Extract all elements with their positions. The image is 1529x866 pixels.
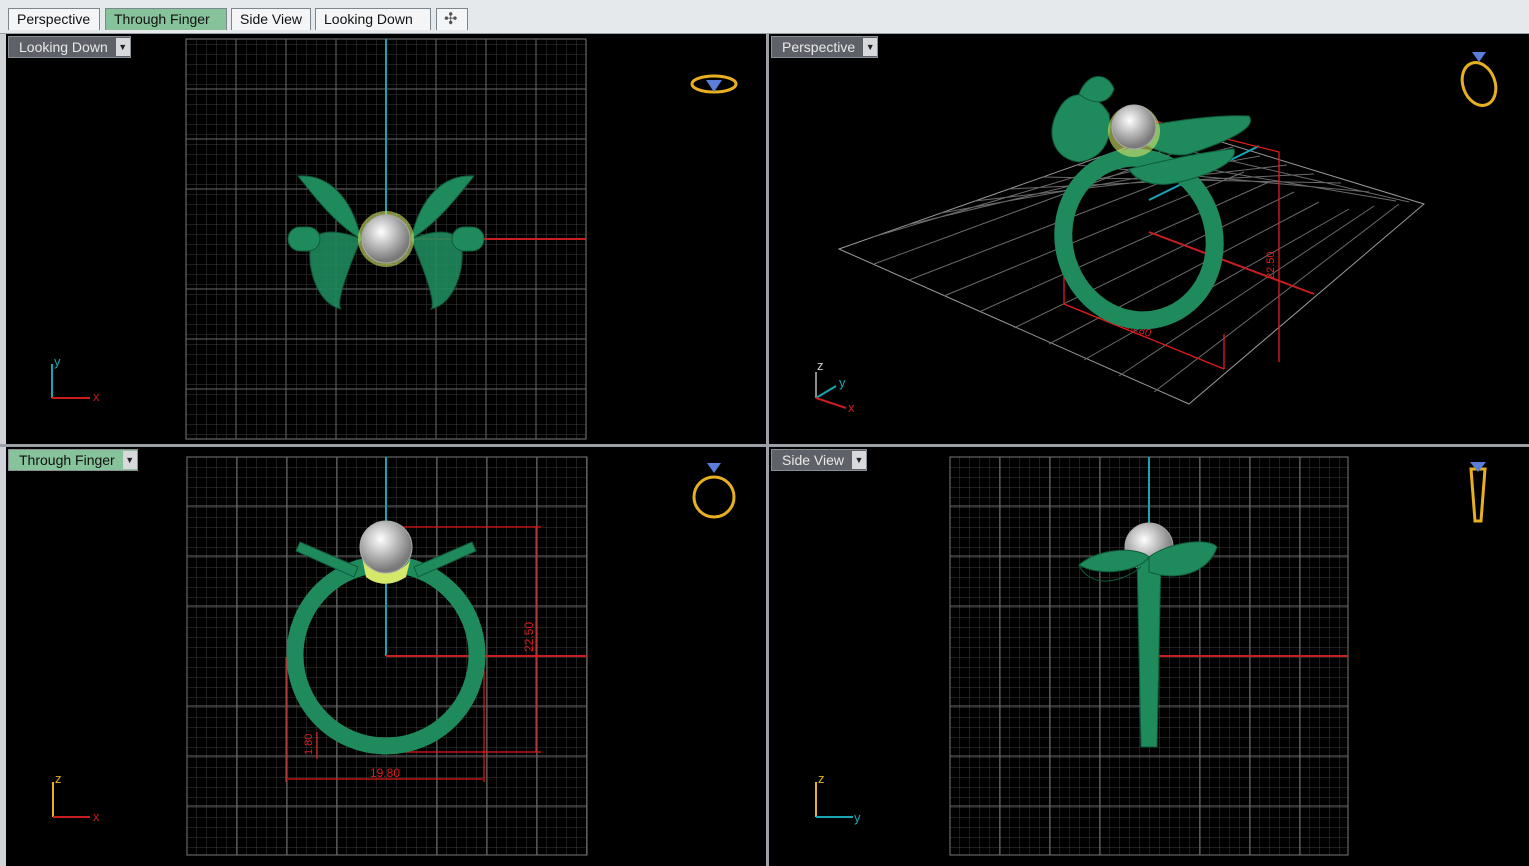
svg-text:z: z <box>818 771 825 786</box>
tab-perspective[interactable]: Perspective <box>8 8 100 30</box>
viewport-perspective[interactable]: 22.50 19.80 z y x Perspective ▼ <box>769 34 1529 444</box>
svg-text:y: y <box>839 375 846 390</box>
svg-text:x: x <box>93 809 100 824</box>
chevron-down-icon[interactable]: ▼ <box>122 451 137 469</box>
viewport-title: Looking Down <box>19 39 108 55</box>
tab-looking-down[interactable]: Looking Down <box>315 8 431 30</box>
dimension-height: 22.50 <box>522 622 536 652</box>
viewport-label-side-view[interactable]: Side View ▼ <box>771 449 868 471</box>
svg-text:x: x <box>93 389 100 404</box>
viewport-tab-bar: Perspective Through Finger Side View Loo… <box>0 0 1529 34</box>
svg-text:y: y <box>54 354 61 369</box>
ring-nav-icon[interactable] <box>1456 52 1501 110</box>
viewport-title: Side View <box>782 452 845 468</box>
dimension-height: 22.50 <box>1265 251 1277 279</box>
ring-nav-icon[interactable] <box>692 463 736 519</box>
plus-icon[interactable]: ✣ <box>436 8 468 30</box>
ring-nav-icon[interactable] <box>690 74 738 94</box>
dimension-width: 19.80 <box>370 766 400 780</box>
viewport-splitter-horizontal[interactable] <box>0 444 1529 447</box>
looking-down-canvas: y x <box>51 38 738 440</box>
chevron-down-icon[interactable]: ▼ <box>115 38 130 56</box>
ring-nav-icon[interactable] <box>1469 462 1487 523</box>
viewport-title: Perspective <box>782 39 856 55</box>
viewport-side-view[interactable]: z y Side View ▼ <box>769 447 1529 866</box>
svg-text:z: z <box>817 358 824 373</box>
perspective-canvas: 22.50 19.80 z y x <box>815 52 1501 415</box>
axis-triad: y x <box>51 354 100 404</box>
svg-text:y: y <box>854 810 861 825</box>
axis-triad: z y x <box>815 358 855 415</box>
tab-through-finger[interactable]: Through Finger <box>105 8 227 30</box>
viewport-label-looking-down[interactable]: Looking Down ▼ <box>8 36 131 58</box>
viewport-label-through-finger[interactable]: Through Finger ▼ <box>8 449 138 471</box>
axis-triad: z x <box>52 771 100 824</box>
side-view-canvas: z y <box>815 456 1487 856</box>
dimension-thickness: 1.80 <box>303 734 315 755</box>
ring-model <box>1051 76 1252 330</box>
chevron-down-icon[interactable]: ▼ <box>863 38 878 56</box>
viewport-label-perspective[interactable]: Perspective ▼ <box>771 36 879 58</box>
svg-text:z: z <box>55 771 62 786</box>
viewport-splitter-vertical[interactable] <box>766 33 769 866</box>
axis-triad: z y <box>815 771 861 825</box>
chevron-down-icon[interactable]: ▼ <box>852 451 867 469</box>
viewport-title: Through Finger <box>19 452 115 468</box>
through-finger-canvas: 22.50 19.80 1.80 z x <box>52 456 736 856</box>
svg-text:x: x <box>848 400 855 415</box>
tab-side-view[interactable]: Side View <box>231 8 311 30</box>
viewport-through-finger[interactable]: 22.50 19.80 1.80 z x Through Finger ▼ <box>6 447 766 866</box>
viewport-looking-down[interactable]: y x Looking Down ▼ <box>6 34 766 444</box>
